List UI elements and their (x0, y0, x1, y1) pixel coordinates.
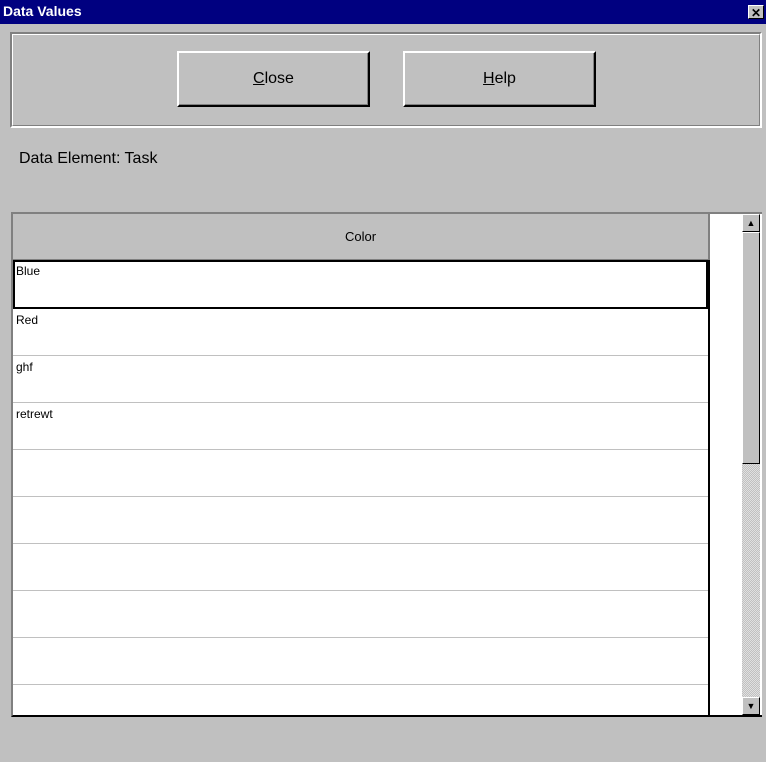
table-row[interactable] (13, 685, 708, 715)
table-row[interactable] (13, 450, 708, 497)
table-row[interactable] (13, 497, 708, 544)
table-row[interactable] (13, 591, 708, 638)
table-row[interactable] (13, 544, 708, 591)
grid-rows: Blue Red ghf retrewt (13, 260, 710, 715)
cell-value[interactable]: ghf (16, 360, 33, 374)
window-title: Data Values (3, 3, 82, 19)
title-bar: Data Values ✕ (0, 0, 766, 24)
scroll-thumb[interactable] (742, 232, 760, 464)
cell-value[interactable]: Red (16, 313, 38, 327)
vertical-scrollbar[interactable]: ▲ ▼ (742, 214, 760, 715)
close-window-icon[interactable]: ✕ (748, 5, 764, 20)
close-mnemonic: C (253, 70, 265, 87)
table-row[interactable]: Red (13, 309, 708, 356)
close-button[interactable]: Close (177, 51, 370, 107)
data-values-grid: Color Blue Red ghf retrewt ▲ ▼ (11, 212, 762, 717)
scroll-down-arrow-icon[interactable]: ▼ (742, 697, 760, 715)
cell-value[interactable]: retrewt (16, 407, 53, 421)
scroll-up-arrow-icon[interactable]: ▲ (742, 214, 760, 232)
help-mnemonic: H (483, 70, 495, 87)
table-row[interactable]: retrewt (13, 403, 708, 450)
table-row[interactable]: ghf (13, 356, 708, 403)
close-label-rest: lose (264, 70, 294, 87)
table-row[interactable]: Blue (13, 260, 708, 309)
cell-value[interactable]: Blue (16, 264, 40, 278)
help-button[interactable]: Help (403, 51, 596, 107)
button-panel (10, 32, 762, 128)
help-label-rest: elp (494, 70, 516, 87)
data-element-label: Data Element: Task (19, 150, 158, 167)
table-row[interactable] (13, 638, 708, 685)
column-header-color[interactable]: Color (13, 214, 710, 260)
